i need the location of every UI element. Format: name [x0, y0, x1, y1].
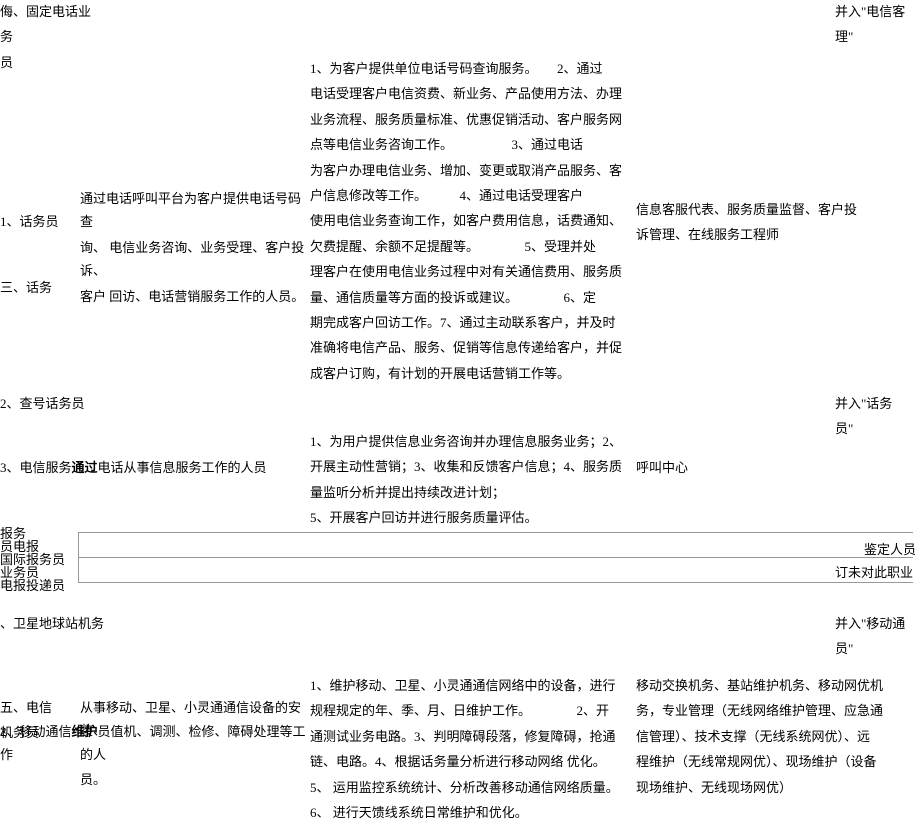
row0-right2: 理" — [835, 25, 920, 48]
row1-duties-9: 理客户在使用电信业务过程中对有关通信费用、服务质 — [310, 260, 630, 283]
row5-right-2: 员" — [835, 637, 920, 660]
row1-duties-13: 成客户订购，有计划的开展电话营销工作等。 — [310, 362, 630, 385]
row1-desc-2: 询、 电信业务咨询、业务受理、客户投诉、 — [80, 236, 305, 283]
row3-right: 呼叫中心 — [636, 456, 736, 479]
row1-right-2: 诉管理、在线服务工程师 — [636, 223, 861, 246]
row6-duties-2: 规程规定的年、季、月、日维护工作。 2、开 — [310, 699, 630, 722]
hr-line-2 — [78, 557, 913, 558]
row5-right-1: 并入"移动通 — [835, 612, 920, 635]
row3-duties-1: 1、为用户提供信息业务咨询并办理信息服务业务；2、 — [310, 430, 630, 453]
row2-left: 2、查号话务员 — [0, 392, 120, 415]
row6-duties-5: 5、 运用监控系统统计、分析改善移动通信网络质量。 — [310, 776, 630, 799]
row6-right-5: 现场维护、无线现场网优） — [636, 776, 901, 799]
row3-duties-3: 量监听分析并提出持续改进计划； — [310, 481, 630, 504]
row1-duties-12: 准确将电信产品、服务、促销等信息传递给客户，并促 — [310, 336, 630, 359]
row6-duties-4: 链、电路。4、根据话务量分析进行移动网络 优化。 — [310, 750, 630, 773]
row3-duties-4: 5、开展客户回访并进行服务质量评估。 — [310, 506, 630, 529]
row1-duties-10: 量、通信质量等方面的投诉或建议。 6、定 — [310, 286, 630, 309]
row6-duties-6: 6、 进行天馈线系统日常维护和优化。 — [310, 801, 630, 824]
row6-right-4: 程维护（无线常规网优）、现场维护（设备 — [636, 750, 901, 773]
row6-right-1: 移动交换机务、基站维护机务、移动网优机 — [636, 674, 901, 697]
row1-duties-8: 欠费提醒、余额不足提醒等。 5、受理并处 — [310, 235, 630, 258]
row0-right1: 并入"电信客 — [835, 0, 920, 23]
row5-left: 、卫星地球站机务 — [0, 612, 150, 635]
row1-duties-3: 业务流程、服务质量标准、优惠促销活动、客户服务网 — [310, 108, 630, 131]
row1-desc-3: 客户 回访、电话营销服务工作的人员。 — [80, 285, 305, 308]
row1-right-1: 信息客服代表、服务质量监督、客户投 — [636, 198, 861, 221]
row6-duties-3: 通测试业务电路。3、判明障碍段落，修复障碍，抢通 — [310, 725, 630, 748]
row4-r2: 订未对此职业 — [835, 563, 920, 584]
row3-duties-2: 开展主动性营销；3、收集和反馈客户信息；4、服务质 — [310, 455, 630, 478]
hr-line-1 — [78, 532, 913, 533]
row0-left3: 员 — [0, 51, 120, 74]
row1-desc-1: 通过电话呼叫平台为客户提供电话号码查 — [80, 187, 305, 234]
row6-duties-1: 1、维护移动、卫星、小灵通通信网络中的设备，进行 — [310, 674, 630, 697]
row6-right-3: 信管理）、技术支撑（无线系统网优）、远 — [636, 725, 901, 748]
row1-duties-6: 户信息修改等工作。 4、通过电话受理客户 — [310, 184, 630, 207]
row4-r1: 鉴定人员 — [835, 540, 920, 561]
row6-sub-4: 员。 — [80, 768, 140, 791]
row1-duties-2: 电话受理客户电信资费、新业务、产品使用方法、办理 — [310, 82, 630, 105]
row1-duties-4: 点等电信业务咨询工作。 3、通过电话 — [310, 133, 630, 156]
row4-l4: 电报投递员 — [0, 578, 65, 592]
row1-duties-5: 为客户办理电信业务、增加、变更或取消产品服务、客 — [310, 159, 630, 182]
row1-duties-1: 1、为客户提供单位电话号码查询服务。 2、通过 — [310, 57, 630, 80]
row0-left2: 务 — [0, 25, 120, 48]
row6-header-1: 五、电信 — [0, 696, 70, 719]
row1-header-1: 1、话务员 — [0, 210, 70, 233]
row6-sub-2-line: 2、移动通信维护员值机、调测、检修、障碍处理等工作 — [0, 720, 310, 767]
row2-right-1: 并入"话务 — [835, 392, 920, 415]
row0-left1: 侮、固定电话业 — [0, 0, 120, 23]
row2-right-2: 员" — [835, 417, 920, 440]
row1-duties-11: 期完成客户回访工作。7、通过主动联系客户，并及时 — [310, 311, 630, 334]
row6-sub-3: 的人 — [80, 743, 140, 766]
hr-line-3 — [78, 582, 913, 583]
row1-header-2: 三、话务 — [0, 276, 70, 299]
row6-right-2: 务，专业管理（无线网络维护管理、应急通 — [636, 699, 901, 722]
row1-duties-7: 使用电信业务查询工作，如客户费用信息，话费通知、 — [310, 209, 630, 232]
row3-left-line: 3、电信服务通过电话从事信息服务工作的人员 — [0, 456, 310, 479]
